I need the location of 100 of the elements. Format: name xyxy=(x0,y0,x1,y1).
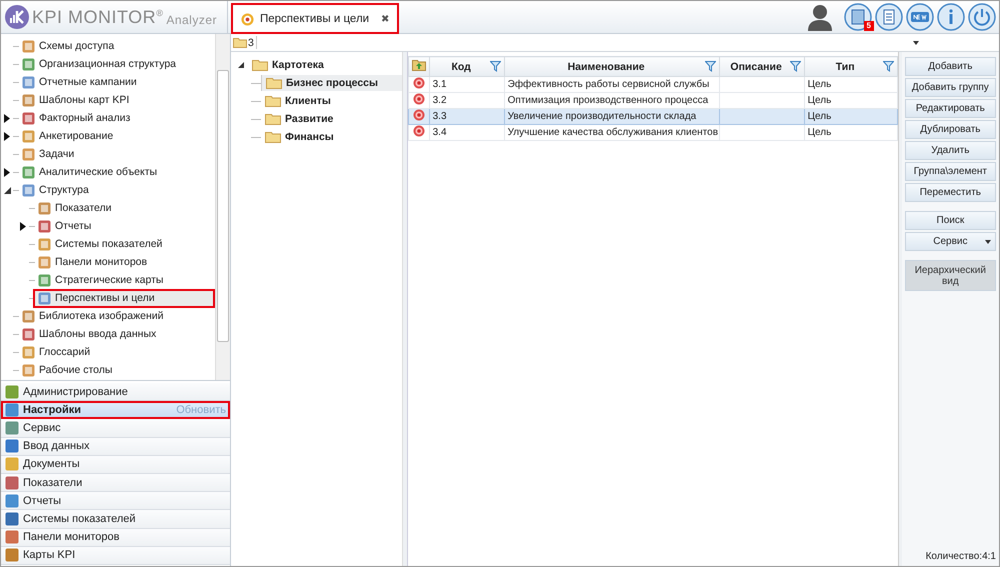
nav-section[interactable]: Показатели xyxy=(1,474,230,492)
nav-section[interactable]: Панели мониторов xyxy=(1,528,230,547)
expanded-arrow-icon[interactable] xyxy=(237,61,245,69)
nav-section[interactable]: Документы xyxy=(1,456,230,474)
folder-tree-item[interactable]: Развитие xyxy=(261,111,402,127)
collapsed-arrow-icon[interactable] xyxy=(4,114,10,122)
table-cell: Эффективность работы сервисной службы xyxy=(504,76,720,92)
nav-tree-item[interactable]: Структура xyxy=(19,182,92,198)
action-button[interactable]: Удалить xyxy=(904,141,996,160)
target-icon xyxy=(412,109,425,121)
folder-icon xyxy=(265,113,281,125)
document-tab[interactable]: Перспективы и цели ✖ xyxy=(232,4,398,33)
nav-tree-item[interactable]: Шаблоны ввода данных xyxy=(19,326,160,342)
up-level-header-button[interactable] xyxy=(408,56,430,76)
action-button[interactable]: Переместить xyxy=(904,183,996,202)
column-header[interactable]: Тип xyxy=(804,56,898,76)
folder-tree-item[interactable]: Бизнес процессы xyxy=(261,75,402,91)
nav-tree-item[interactable]: Отчетные кампании xyxy=(19,74,140,90)
table-row[interactable]: 3.1 Эффективность работы сервисной службы Цель xyxy=(408,76,898,92)
nav-section[interactable]: Системы показателей xyxy=(1,510,230,528)
tile-icon xyxy=(22,166,35,178)
filter-icon[interactable] xyxy=(790,61,801,72)
nav-tree-item[interactable]: Аналитические объекты xyxy=(19,164,160,180)
nav-tree-item[interactable]: Системы показателей xyxy=(35,236,166,252)
action-button[interactable]: Группа\элемент xyxy=(904,162,996,181)
nav-tree-item[interactable]: Стратегические карты xyxy=(35,272,166,288)
column-header[interactable]: Описание xyxy=(719,56,804,76)
info-icon[interactable] xyxy=(937,3,965,31)
target-icon xyxy=(412,93,425,105)
splitter-handle[interactable] xyxy=(402,52,408,566)
nav-tree-item[interactable]: Панели мониторов xyxy=(35,254,150,270)
action-button[interactable]: Дублировать xyxy=(904,120,996,139)
nav-section[interactable]: Отчеты xyxy=(1,492,230,510)
nav-tree-item[interactable]: Организационная структура xyxy=(19,56,180,72)
folder-tree-item[interactable]: Финансы xyxy=(261,129,402,145)
user-silhouette-icon[interactable] xyxy=(807,3,833,31)
target-icon xyxy=(241,12,254,26)
collapsed-arrow-icon[interactable] xyxy=(20,222,26,230)
filter-icon[interactable] xyxy=(490,61,501,72)
action-button[interactable]: Добавить xyxy=(904,57,996,76)
close-button[interactable]: ✖ xyxy=(381,13,390,25)
filter-icon[interactable] xyxy=(704,61,716,72)
scrollbar[interactable] xyxy=(215,34,230,380)
action-button[interactable]: Иерархический вид xyxy=(904,260,996,291)
tile-icon xyxy=(38,292,51,304)
nav-tree-item[interactable]: Факторный анализ xyxy=(19,110,134,126)
nav-tree-item[interactable]: Библиотека изображений xyxy=(19,308,166,324)
nav-tree-item[interactable]: Шаблоны карт KPI xyxy=(19,92,132,108)
folder-icon xyxy=(266,77,282,89)
expanded-arrow-icon[interactable] xyxy=(4,186,10,194)
tile-icon xyxy=(22,40,35,52)
new-label-icon[interactable] xyxy=(906,3,934,31)
record-count: Количество:4:1 xyxy=(924,551,996,562)
nav-section[interactable]: Администрирование xyxy=(1,383,230,402)
tile-icon xyxy=(38,274,51,286)
table-row[interactable]: 3.3 Увеличение производительности склада Цель xyxy=(408,108,898,124)
column-header[interactable]: Наименование xyxy=(504,56,720,76)
folder-icon xyxy=(265,95,281,107)
folder-tree-item[interactable]: Картотека xyxy=(248,57,402,73)
notification-badge: 5 xyxy=(864,21,874,31)
table-cell: 3.1 xyxy=(429,76,504,92)
nav-tree-item[interactable]: Рабочие столы xyxy=(19,362,116,378)
tile-icon xyxy=(22,364,35,376)
table-cell: Улучшение качества обслуживания клиентов xyxy=(504,124,720,140)
nav-tree-item[interactable]: Глоссарий xyxy=(19,344,94,360)
nav-tree-item[interactable]: Показатели xyxy=(35,200,115,216)
action-button[interactable]: Редактировать xyxy=(904,99,996,118)
tile-icon xyxy=(22,310,35,322)
folder-tree-item[interactable]: Клиенты xyxy=(261,93,402,109)
collapsed-arrow-icon[interactable] xyxy=(4,168,10,176)
nav-tree-item[interactable]: Задачи xyxy=(19,146,78,162)
power-icon[interactable] xyxy=(968,3,996,31)
nav-section[interactable]: Ввод данных xyxy=(1,438,230,456)
breadcrumb[interactable]: 3 xyxy=(231,36,257,49)
tile-icon xyxy=(22,76,35,88)
table-cell: Цель xyxy=(804,124,898,140)
nav-section[interactable]: Сервис xyxy=(1,419,230,438)
tile-icon xyxy=(38,256,51,268)
dropdown-arrow-icon[interactable] xyxy=(913,40,919,44)
nav-tree-item[interactable]: Анкетирование xyxy=(19,128,116,144)
nav-tree-item[interactable]: Схемы доступа xyxy=(19,38,118,54)
dropdown-button[interactable]: Сервис xyxy=(904,232,996,251)
nav-section[interactable]: Настройки Обновить xyxy=(1,401,230,420)
tile-icon xyxy=(38,238,51,250)
action-button[interactable]: Поиск xyxy=(904,211,996,230)
clipboard-icon[interactable] xyxy=(875,3,903,31)
tile-icon xyxy=(22,346,35,358)
collapsed-arrow-icon[interactable] xyxy=(4,132,10,140)
nav-tree-item[interactable]: Перспективы и цели xyxy=(35,290,213,306)
table-cell: Цель xyxy=(804,76,898,92)
table-cell: 3.4 xyxy=(429,124,504,140)
action-button[interactable]: Добавить группу xyxy=(904,78,996,97)
column-header[interactable]: Код xyxy=(429,56,504,76)
nav-section[interactable]: Карты KPI xyxy=(1,546,230,565)
table-cell: 3.3 xyxy=(429,108,504,124)
filter-icon[interactable] xyxy=(882,61,894,72)
table-cell: Увеличение производительности склада xyxy=(504,108,720,124)
logo-text: KPI MONITOR$^{®}$ xyxy=(32,6,164,28)
table-row[interactable]: 3.4 Улучшение качества обслуживания клиентов Цель xyxy=(408,124,898,140)
nav-tree-item[interactable]: Отчеты xyxy=(35,218,94,234)
